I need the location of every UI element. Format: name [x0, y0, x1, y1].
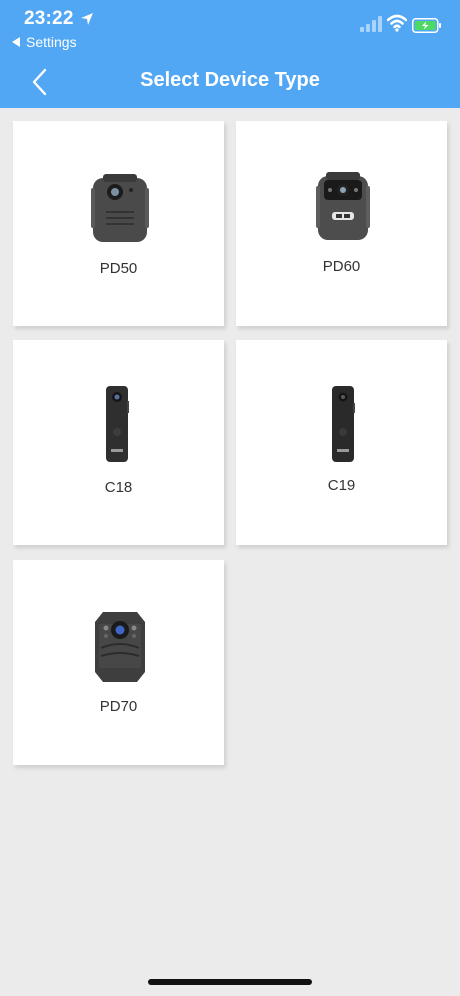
- c18-camera-image: [106, 386, 129, 462]
- device-card-pd50[interactable]: PD50: [13, 121, 224, 326]
- battery-charging-icon: [412, 18, 441, 33]
- page-title: Select Device Type: [140, 69, 320, 91]
- device-label: PD60: [322, 258, 361, 275]
- status-time: 23:22: [24, 8, 74, 29]
- back-triangle-icon: [12, 37, 20, 47]
- device-card-c18[interactable]: C18: [13, 340, 224, 545]
- device-label: C19: [327, 477, 356, 494]
- cellular-signal-icon: [360, 16, 382, 32]
- location-arrow-icon: [81, 13, 93, 25]
- pd70-camera-image: [95, 612, 145, 682]
- header-bar: 23:22 Settings Select Device Type: [0, 0, 460, 108]
- c19-camera-image: [332, 386, 355, 462]
- back-app-label: Settings: [26, 34, 77, 50]
- device-card-c19[interactable]: C19: [236, 340, 447, 545]
- device-card-pd70[interactable]: PD70: [13, 560, 224, 765]
- home-indicator: [148, 979, 312, 985]
- device-label: PD70: [99, 698, 138, 715]
- back-to-settings-link[interactable]: Settings: [12, 34, 77, 50]
- device-label: C18: [104, 479, 133, 496]
- pd60-camera-image: [316, 172, 370, 240]
- wifi-icon: [387, 14, 407, 32]
- device-label: PD50: [99, 260, 138, 277]
- pd50-camera-image: [91, 174, 149, 242]
- device-card-pd60[interactable]: PD60: [236, 121, 447, 326]
